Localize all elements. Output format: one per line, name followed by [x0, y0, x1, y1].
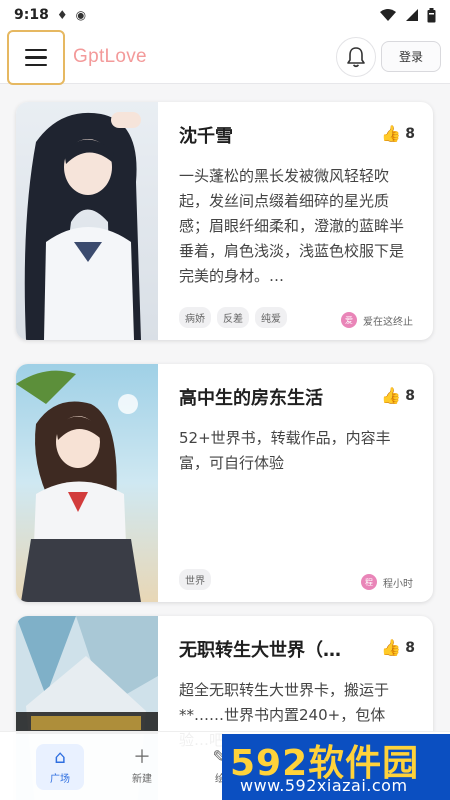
nav-label: 新建 [132, 774, 152, 785]
watermark-logo: 592软件园 www.592xiazai.com [222, 734, 450, 800]
notification-button[interactable] [336, 37, 376, 77]
thumbs-up-icon: 👍 [381, 386, 402, 405]
thumbs-up-icon: 👍 [381, 124, 402, 143]
nav-plaza[interactable]: ⌂ 广场 [36, 744, 84, 790]
card-description: 52+世界书，转载作品，内容丰富，可自行体验 [179, 429, 391, 472]
tag[interactable]: 病娇 [179, 307, 211, 328]
like-count[interactable]: 👍 8 [381, 124, 415, 143]
author-name: 爱在这终止 [363, 316, 413, 328]
game-controller-icon: ♦ [56, 8, 68, 22]
character-image [16, 364, 158, 602]
tag[interactable]: 世界 [179, 569, 211, 590]
tag[interactable]: 纯爱 [255, 307, 287, 328]
nav-create[interactable]: ＋ 新建 [118, 744, 166, 790]
card-description: 一头蓬松的黑长发被微风轻轻吹起，发丝间点缀着细碎的星光质感；眉眼纤细柔和，澄澈的… [179, 167, 405, 285]
avatar: 爱 [341, 312, 357, 328]
like-count[interactable]: 👍 8 [381, 386, 415, 405]
status-time: 9:18 [14, 7, 49, 23]
shield-icon: ◉ [75, 8, 87, 22]
top-app-bar: GptLove 登录 [0, 30, 450, 85]
author-name: 程小时 [383, 578, 413, 590]
signal-icon [406, 9, 418, 21]
character-image [16, 102, 158, 340]
nav-label: 广场 [50, 774, 70, 785]
card-title: 沈千雪 [179, 126, 233, 147]
login-button[interactable]: 登录 [381, 41, 441, 72]
status-bar: 9:18 ♦ ◉ [0, 0, 450, 30]
character-card[interactable]: 高中生的房东生活 👍 8 52+世界书，转载作品，内容丰富，可自行体验 世界 程… [16, 364, 433, 602]
hamburger-icon [25, 48, 47, 52]
tag-list: 病娇 反差 纯爱 [179, 307, 287, 328]
wifi-icon [380, 9, 396, 21]
battery-icon [427, 7, 436, 22]
tag[interactable]: 反差 [217, 307, 249, 328]
menu-button[interactable] [7, 30, 65, 85]
card-title: 高中生的房东生活 [179, 388, 323, 409]
like-count[interactable]: 👍 8 [381, 638, 415, 657]
author-info[interactable]: 程 程小时 [361, 574, 413, 590]
avatar: 程 [361, 574, 377, 590]
character-card[interactable]: 沈千雪 👍 8 一头蓬松的黑长发被微风轻轻吹起，发丝间点缀着细碎的星光质感；眉眼… [16, 102, 433, 340]
card-title: 无职转生大世界（… [179, 640, 341, 661]
home-icon: ⌂ [54, 747, 66, 768]
bell-icon [347, 47, 365, 68]
author-info[interactable]: 爱 爱在这终止 [341, 312, 413, 328]
watermark-url: www.592xiazai.com [240, 776, 408, 795]
plus-icon: ＋ [133, 747, 151, 768]
tag-list: 世界 [179, 569, 211, 590]
app-title: GptLove [73, 46, 147, 67]
thumbs-up-icon: 👍 [381, 638, 402, 657]
